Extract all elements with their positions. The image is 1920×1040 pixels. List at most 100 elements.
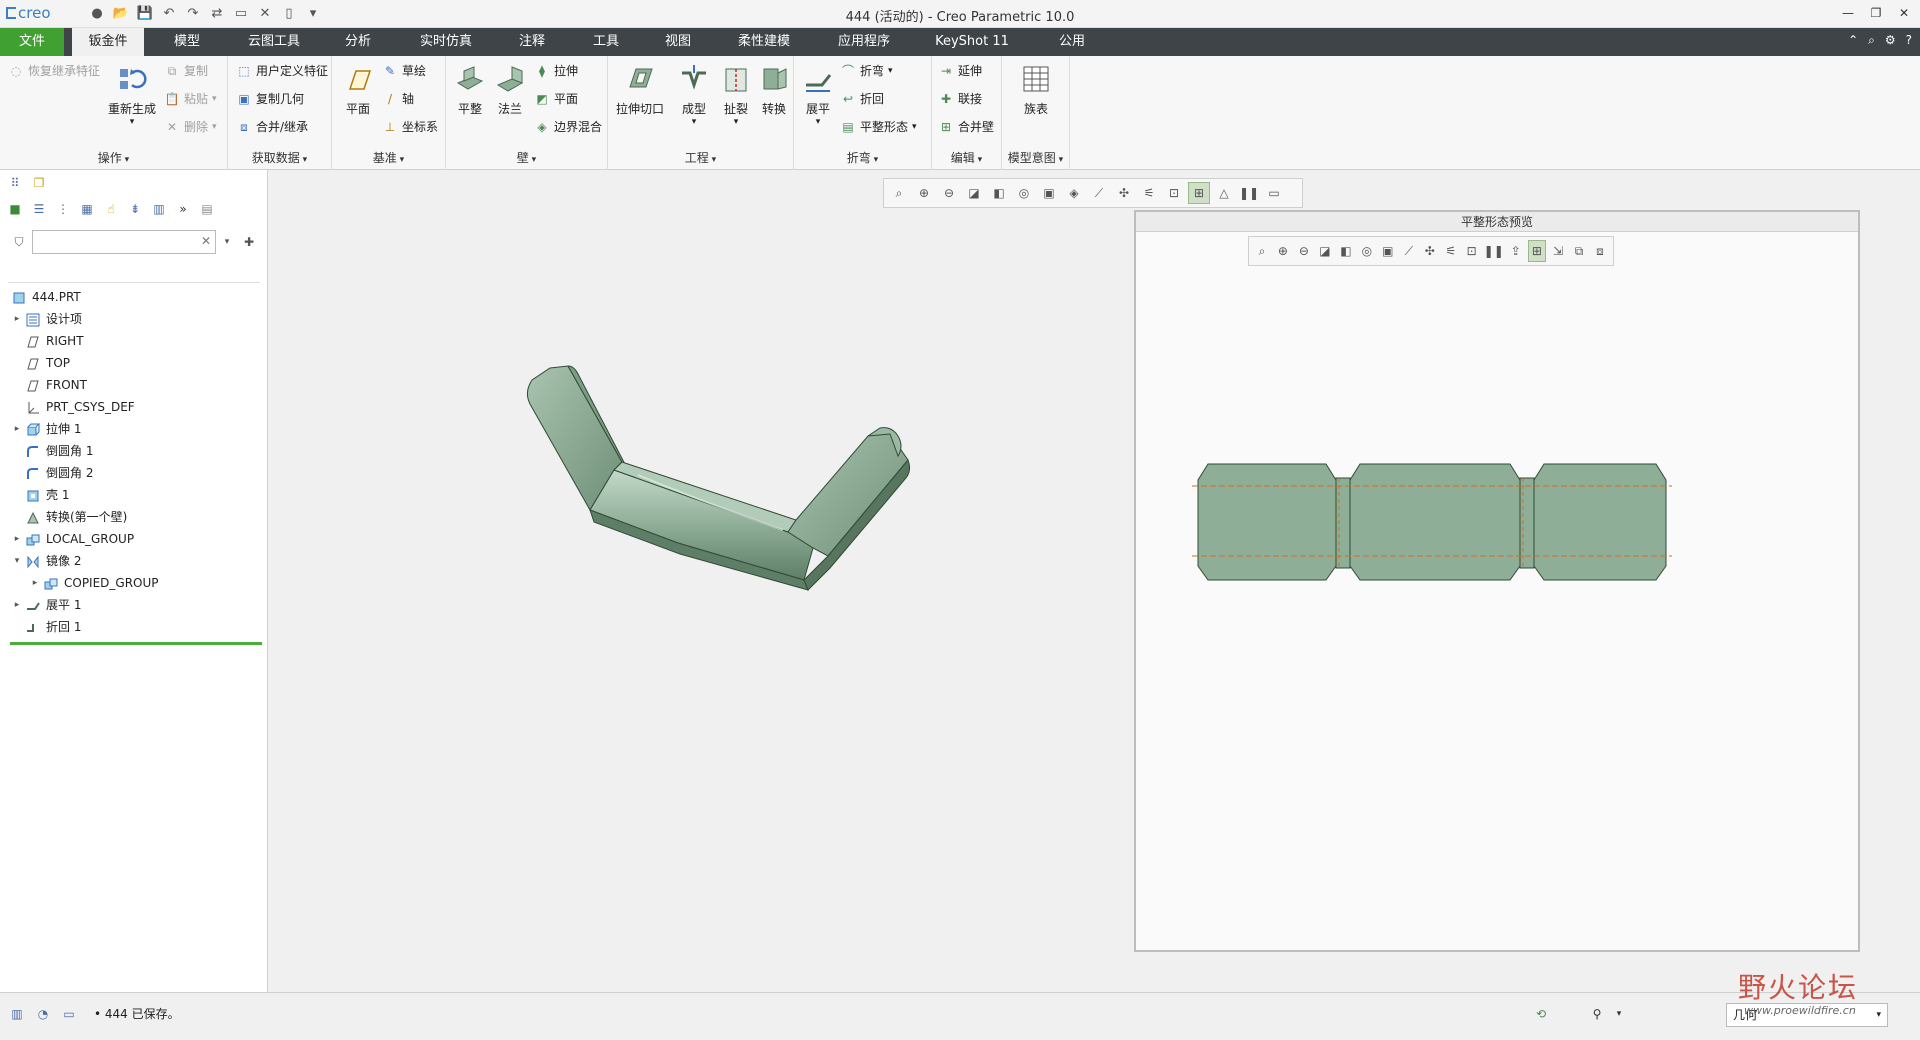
group-label-engineering[interactable]: 工程 xyxy=(608,149,793,166)
expand-arrow-icon[interactable]: ▸ xyxy=(12,308,22,330)
close-window-icon[interactable]: ✕ xyxy=(256,4,274,22)
group-label-wall[interactable]: 壁 xyxy=(446,149,607,166)
search-icon[interactable]: ⌕ xyxy=(1868,33,1875,48)
insert-indicator[interactable] xyxy=(10,642,262,645)
search-dropdown-icon[interactable]: ▾ xyxy=(218,233,236,251)
tree-item[interactable]: TOP xyxy=(0,352,268,374)
tree-item[interactable]: 倒圆角 2 xyxy=(0,462,268,484)
extrude-wall-button[interactable]: ⧫ 拉伸 xyxy=(534,60,578,82)
tab-view[interactable]: 视图 xyxy=(650,28,706,56)
flat-pattern[interactable] xyxy=(1136,212,1858,950)
collapse-arrow-icon[interactable]: ▾ xyxy=(12,550,22,572)
tree-table-icon[interactable]: ▦ xyxy=(78,200,96,218)
find-icon[interactable]: ⚲ xyxy=(1588,1005,1606,1023)
tree-search-input[interactable]: ✕ xyxy=(32,230,216,254)
sheetmetal-part-3d[interactable] xyxy=(268,170,1128,992)
delete-button[interactable]: ✕ 删除 ▾ xyxy=(164,116,217,138)
save-icon[interactable]: 💾 xyxy=(136,4,154,22)
model-tree-tab-icon[interactable]: ⠿ xyxy=(6,174,24,192)
windows-icon[interactable]: ▭ xyxy=(232,4,250,22)
join-button[interactable]: ✚ 联接 xyxy=(938,88,982,110)
flat-state-preview-window[interactable]: 平整形态预览 ⌕ ⊕ ⊖ ◪ ◧ ◎ ▣ ⟋ ✣ ⚟ ⊡ ❚❚ ⇪ ⊞ ⇲ ⧉ … xyxy=(1134,210,1860,952)
tree-item[interactable]: 转换(第一个壁) xyxy=(0,506,268,528)
unbend-button[interactable]: 展平 ▾ xyxy=(796,62,840,127)
bend-button[interactable]: ⌒ 折弯 ▾ xyxy=(840,60,893,82)
merge-inherit-button[interactable]: ⧈ 合并/继承 xyxy=(236,116,308,138)
group-label-edit[interactable]: 编辑 xyxy=(932,149,1001,166)
layer-tree-tab-icon[interactable]: ❐ xyxy=(30,174,48,192)
close-icon[interactable]: ✕ xyxy=(1894,3,1914,23)
datum-plane-button[interactable]: 平面 xyxy=(336,62,380,117)
find-dropdown-icon[interactable]: ▾ xyxy=(1610,1005,1628,1023)
tree-settings-icon[interactable]: ▥ xyxy=(150,200,168,218)
minimize-icon[interactable]: — xyxy=(1838,3,1858,23)
settings-icon[interactable]: ⚙ xyxy=(1885,33,1896,48)
restore-inherited-button[interactable]: ◌ 恢复继承特征 xyxy=(8,60,100,82)
part-icon[interactable]: ■ xyxy=(6,200,24,218)
tree-item[interactable]: ▸ 展平 1 xyxy=(0,594,268,616)
annotation-display-icon[interactable]: ⚟ xyxy=(1138,182,1160,204)
expand-arrow-icon[interactable]: ▸ xyxy=(30,572,40,594)
tab-keyshot[interactable]: KeyShot 11 xyxy=(928,28,1016,56)
tree-item[interactable]: ▸ COPIED_GROUP xyxy=(0,572,268,594)
group-label-get-data[interactable]: 获取数据 xyxy=(228,149,331,166)
tree-item[interactable]: 倒圆角 1 xyxy=(0,440,268,462)
expand-arrow-icon[interactable]: ▸ xyxy=(12,594,22,616)
axis-button[interactable]: / 轴 xyxy=(382,88,414,110)
tab-tools[interactable]: 工具 xyxy=(578,28,634,56)
expand-arrow-icon[interactable]: ▸ xyxy=(12,418,22,440)
tree-root[interactable]: 444.PRT xyxy=(0,286,268,308)
group-label-datum[interactable]: 基准 xyxy=(332,149,445,166)
extrude-cut-button[interactable]: 拉伸切口 xyxy=(612,62,668,117)
new-icon[interactable]: ● xyxy=(88,4,106,22)
paste-button[interactable]: 📋 粘贴 ▾ xyxy=(164,88,217,110)
bend-back-button[interactable]: ↩ 折回 xyxy=(840,88,884,110)
tab-sheetmetal[interactable]: 钣金件 xyxy=(72,28,144,56)
pause-icon[interactable]: ❚❚ xyxy=(1238,182,1260,204)
tab-file[interactable]: 文件 xyxy=(0,28,64,56)
tab-common[interactable]: 公用 xyxy=(1040,28,1104,56)
flange-button[interactable]: 法兰 xyxy=(488,62,532,117)
tree-item[interactable]: PRT_CSYS_DEF xyxy=(0,396,268,418)
spin-center-icon[interactable]: ⊡ xyxy=(1163,182,1185,204)
graphics-window[interactable]: ⌕ ⊕ ⊖ ◪ ◧ ◎ ▣ ◈ ⟋ ✣ ⚟ ⊡ ⊞ △ ❚❚ ▭ 平整形态预览 … xyxy=(268,170,1920,992)
tab-cloud-tools[interactable]: 云图工具 xyxy=(236,28,312,56)
form-button[interactable]: 成型 ▾ xyxy=(672,62,716,127)
extend-button[interactable]: ⇥ 延伸 xyxy=(938,60,982,82)
undo-icon[interactable]: ↶ xyxy=(160,4,178,22)
navigator-icon[interactable]: ▥ xyxy=(8,1005,26,1023)
group-label-bend[interactable]: 折弯 xyxy=(794,149,931,166)
flat-state-button[interactable]: ▤ 平整形态 ▾ xyxy=(840,116,916,138)
tree-item[interactable]: 壳 1 xyxy=(0,484,268,506)
csys-button[interactable]: ⊥ 坐标系 xyxy=(382,116,438,138)
group-label-model-intent[interactable]: 模型意图 xyxy=(1002,149,1069,166)
redo-icon[interactable]: ↷ xyxy=(184,4,202,22)
tab-flexible-modeling[interactable]: 柔性建模 xyxy=(726,28,802,56)
group-label-operations[interactable]: 操作 xyxy=(0,149,227,166)
copy-geometry-button[interactable]: ▣ 复制几何 xyxy=(236,88,304,110)
notes-icon[interactable]: ▤ xyxy=(198,200,216,218)
udf-button[interactable]: ⬚ 用户定义特征 xyxy=(236,60,328,82)
file-icon[interactable]: ▯ xyxy=(280,4,298,22)
flat-preview-icon[interactable]: ⊞ xyxy=(1188,182,1210,204)
tree-item[interactable]: FRONT xyxy=(0,374,268,396)
tree-item[interactable]: ▾ 镜像 2 xyxy=(0,550,268,572)
more-icon[interactable]: » xyxy=(174,200,192,218)
sketch-button[interactable]: ✎ 草绘 xyxy=(382,60,426,82)
planar-wall-button[interactable]: 平整 xyxy=(448,62,492,117)
tree-filter-icon[interactable]: ⇟ xyxy=(126,200,144,218)
open-icon[interactable]: 📂 xyxy=(112,4,130,22)
tree-columns-icon[interactable]: ☰ xyxy=(30,200,48,218)
copy-button[interactable]: ⧉ 复制 xyxy=(164,60,208,82)
selection-filter-select[interactable]: 几何 ▾ xyxy=(1726,1003,1888,1027)
tab-analysis[interactable]: 分析 xyxy=(330,28,386,56)
highlight-icon[interactable]: ☝ xyxy=(102,200,120,218)
family-table-button[interactable]: 族表 xyxy=(1014,62,1058,117)
clear-icon[interactable]: ✕ xyxy=(201,234,211,248)
merge-walls-button[interactable]: ⊞ 合并壁 xyxy=(938,116,994,138)
browser-icon[interactable]: ◔ xyxy=(34,1005,52,1023)
annotation-plane-icon[interactable]: ▭ xyxy=(1263,182,1285,204)
regenerate-button[interactable]: 重新生成 ▾ xyxy=(108,62,156,127)
tab-live-simulation[interactable]: 实时仿真 xyxy=(408,28,484,56)
restore-icon[interactable]: ❐ xyxy=(1866,3,1886,23)
